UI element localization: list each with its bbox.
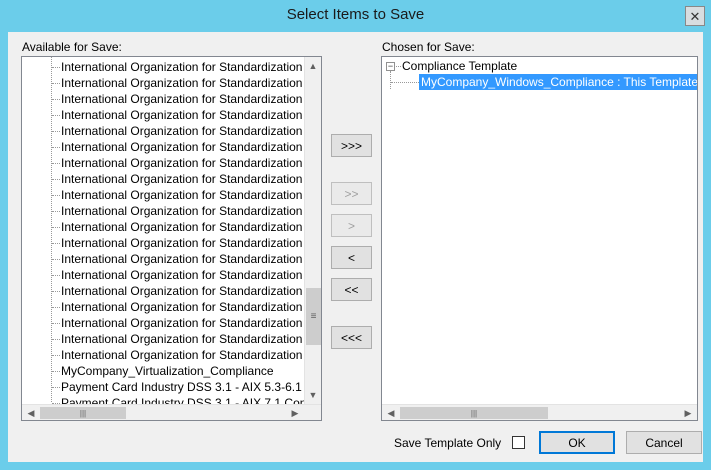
available-tree-item[interactable]: International Organization for Standardi… [61, 235, 321, 251]
available-tree-item[interactable]: International Organization for Standardi… [61, 107, 321, 123]
tree-connector [52, 291, 60, 292]
available-tree-item[interactable]: International Organization for Standardi… [61, 251, 321, 267]
available-tree-item[interactable]: International Organization for Standardi… [61, 283, 321, 299]
tree-connector [52, 307, 60, 308]
save-template-only-label: Save Template Only [394, 436, 502, 450]
tree-connector [52, 99, 60, 100]
available-tree-item[interactable]: International Organization for Standardi… [61, 91, 321, 107]
available-tree-item[interactable]: International Organization for Standardi… [61, 187, 321, 203]
available-tree-item[interactable]: International Organization for Standardi… [61, 203, 321, 219]
tree-connector [52, 179, 60, 180]
tree-connector [52, 243, 60, 244]
available-tree-item[interactable]: International Organization for Standardi… [61, 267, 321, 283]
tree-connector [52, 147, 60, 148]
tree-connector [52, 67, 60, 68]
available-tree-item[interactable]: International Organization for Standardi… [61, 299, 321, 315]
available-tree-item[interactable]: International Organization for Standardi… [61, 59, 321, 75]
add-all-button[interactable]: >> [331, 182, 372, 205]
grip-icon: ≡ [310, 311, 317, 322]
tree-connector [52, 115, 60, 116]
available-tree-item[interactable]: International Organization for Standardi… [61, 171, 321, 187]
grip-icon: ||| [79, 408, 87, 418]
scroll-down-arrow-icon[interactable]: ▼ [305, 387, 321, 403]
available-vertical-scrollbar[interactable]: ▲ ≡ ▼ [304, 57, 321, 404]
tree-connector [390, 71, 391, 89]
chosen-tree[interactable]: − Compliance Template MyCompany_Windows_… [381, 56, 698, 421]
ok-button[interactable]: OK [539, 431, 615, 454]
tree-connector [51, 57, 52, 402]
available-horizontal-scrollbar[interactable]: ◀ ||| ▶ [22, 404, 321, 420]
available-tree-item[interactable]: International Organization for Standardi… [61, 139, 321, 155]
available-tree-item[interactable]: Payment Card Industry DSS 3.1 - AIX 5.3-… [61, 379, 321, 395]
tree-connector [52, 387, 60, 388]
remove-all-root-button[interactable]: <<< [331, 326, 372, 349]
scroll-up-arrow-icon[interactable]: ▲ [305, 58, 321, 74]
tree-connector [52, 371, 60, 372]
tree-connector [52, 275, 60, 276]
available-tree-item[interactable]: International Organization for Standardi… [61, 75, 321, 91]
chosen-for-save-label: Chosen for Save: [382, 40, 475, 54]
add-all-root-button[interactable]: >>> [331, 134, 372, 157]
tree-connector [52, 211, 60, 212]
tree-connector [52, 355, 60, 356]
horizontal-scroll-thumb[interactable]: ||| [40, 407, 126, 419]
scroll-right-arrow-icon[interactable]: ▶ [680, 405, 696, 420]
tree-connector [52, 339, 60, 340]
tree-connector [52, 131, 60, 132]
available-tree-item[interactable]: International Organization for Standardi… [61, 331, 321, 347]
scroll-left-arrow-icon[interactable]: ◀ [383, 405, 399, 420]
tree-connector [52, 227, 60, 228]
available-for-save-label: Available for Save: [22, 40, 122, 54]
available-tree-item[interactable]: International Organization for Standardi… [61, 315, 321, 331]
available-tree-item[interactable]: International Organization for Standardi… [61, 219, 321, 235]
vertical-scroll-thumb[interactable]: ≡ [306, 288, 321, 345]
available-tree-item[interactable]: MyCompany_Virtualization_Compliance [61, 363, 274, 379]
compliance-template-node[interactable]: Compliance Template [402, 58, 517, 74]
tree-connector [52, 163, 60, 164]
available-tree-item[interactable]: International Organization for Standardi… [61, 155, 321, 171]
selected-template-item[interactable]: MyCompany_Windows_Compliance : This Temp… [419, 74, 697, 90]
chosen-horizontal-scrollbar[interactable]: ◀ ||| ▶ [382, 404, 697, 420]
tree-connector [52, 195, 60, 196]
cancel-button[interactable]: Cancel [626, 431, 702, 454]
grip-icon: ||| [470, 408, 478, 418]
available-tree-item[interactable]: International Organization for Standardi… [61, 347, 321, 363]
collapse-icon[interactable]: − [386, 62, 395, 71]
horizontal-scroll-thumb[interactable]: ||| [400, 407, 548, 419]
tree-connector [52, 259, 60, 260]
available-tree-item[interactable]: International Organization for Standardi… [61, 123, 321, 139]
save-template-only-checkbox[interactable] [512, 436, 525, 449]
scroll-left-arrow-icon[interactable]: ◀ [23, 405, 39, 420]
remove-all-button[interactable]: << [331, 278, 372, 301]
remove-one-button[interactable]: < [331, 246, 372, 269]
tree-connector [396, 66, 401, 67]
tree-connector [391, 82, 419, 83]
available-tree[interactable]: International Organization for Standardi… [21, 56, 322, 421]
tree-connector [52, 83, 60, 84]
scroll-right-arrow-icon[interactable]: ▶ [287, 405, 303, 420]
add-one-button[interactable]: > [331, 214, 372, 237]
tree-connector [52, 323, 60, 324]
